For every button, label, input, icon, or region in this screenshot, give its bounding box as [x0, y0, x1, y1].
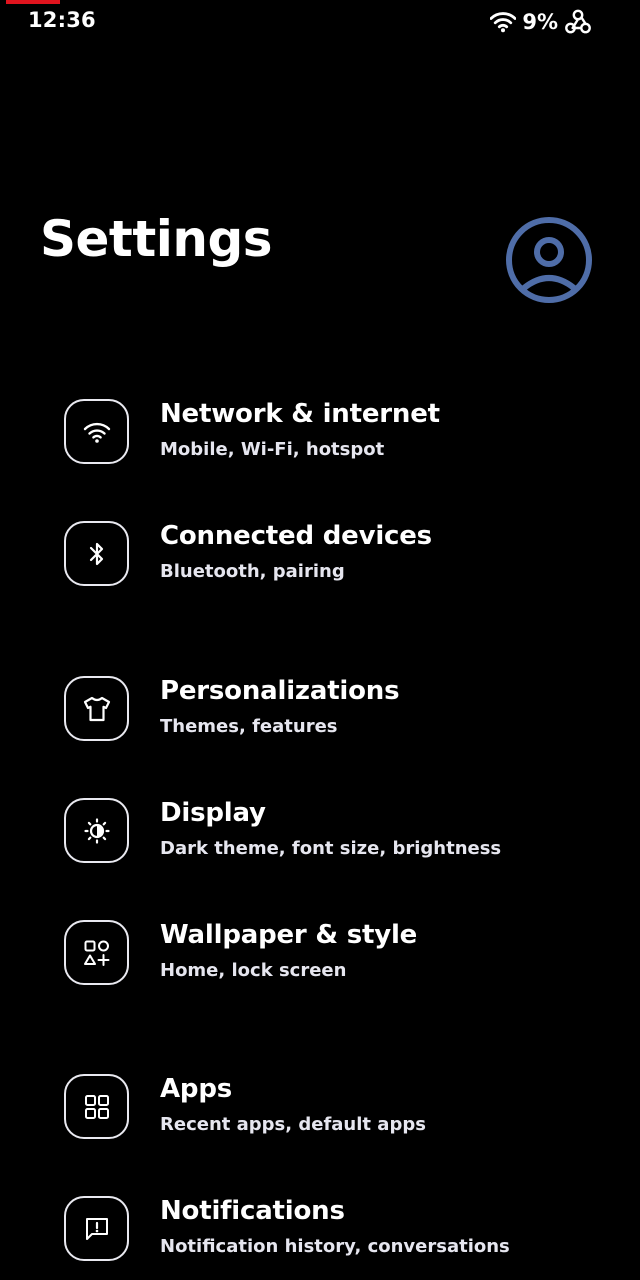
settings-item-subtitle: Mobile, Wi-Fi, hotspot: [160, 439, 385, 460]
settings-item-subtitle: Themes, features: [160, 716, 338, 737]
bluetooth-icon: [64, 521, 129, 586]
apps-grid-icon: [64, 1074, 129, 1139]
settings-item-subtitle: Dark theme, font size, brightness: [160, 838, 502, 859]
wifi-signal-icon: [490, 11, 517, 33]
settings-item-subtitle: Home, lock screen: [160, 960, 347, 981]
settings-item-notifications[interactable]: Notifications Notification history, conv…: [64, 1196, 584, 1266]
account-avatar-button[interactable]: [504, 216, 594, 306]
wifi-icon: [64, 399, 129, 464]
settings-item-title: Wallpaper & style: [160, 920, 418, 950]
page-title: Settings: [40, 210, 273, 268]
account-circle-icon: [506, 217, 592, 303]
settings-item-subtitle: Notification history, conversations: [160, 1236, 510, 1257]
settings-item-personalizations[interactable]: Personalizations Themes, features: [64, 676, 584, 746]
status-icons: 9%: [490, 8, 592, 36]
settings-item-subtitle: Recent apps, default apps: [160, 1114, 426, 1135]
tshirt-icon: [64, 676, 129, 741]
notification-icon: [64, 1196, 129, 1261]
settings-item-title: Personalizations: [160, 676, 400, 706]
settings-item-subtitle: Bluetooth, pairing: [160, 561, 345, 582]
settings-item-display[interactable]: Display Dark theme, font size, brightnes…: [64, 798, 584, 868]
status-time: 12:36: [28, 8, 96, 32]
settings-item-wallpaper-style[interactable]: Wallpaper & style Home, lock screen: [64, 920, 584, 990]
battery-percentage: 9%: [522, 10, 558, 34]
brightness-icon: [64, 798, 129, 863]
settings-item-title: Network & internet: [160, 399, 440, 429]
settings-item-title: Notifications: [160, 1196, 345, 1226]
settings-item-connected-devices[interactable]: Connected devices Bluetooth, pairing: [64, 521, 584, 591]
settings-item-network[interactable]: Network & internet Mobile, Wi-Fi, hotspo…: [64, 399, 584, 469]
settings-screen: 12:36 9% Settings Network & internet Mob…: [0, 0, 640, 1280]
status-bar: 12:36 9%: [0, 0, 640, 44]
shapes-icon: [64, 920, 129, 985]
settings-item-title: Apps: [160, 1074, 233, 1104]
settings-item-title: Connected devices: [160, 521, 432, 551]
webhook-icon: [564, 8, 592, 36]
settings-item-title: Display: [160, 798, 266, 828]
settings-item-apps[interactable]: Apps Recent apps, default apps: [64, 1074, 584, 1144]
